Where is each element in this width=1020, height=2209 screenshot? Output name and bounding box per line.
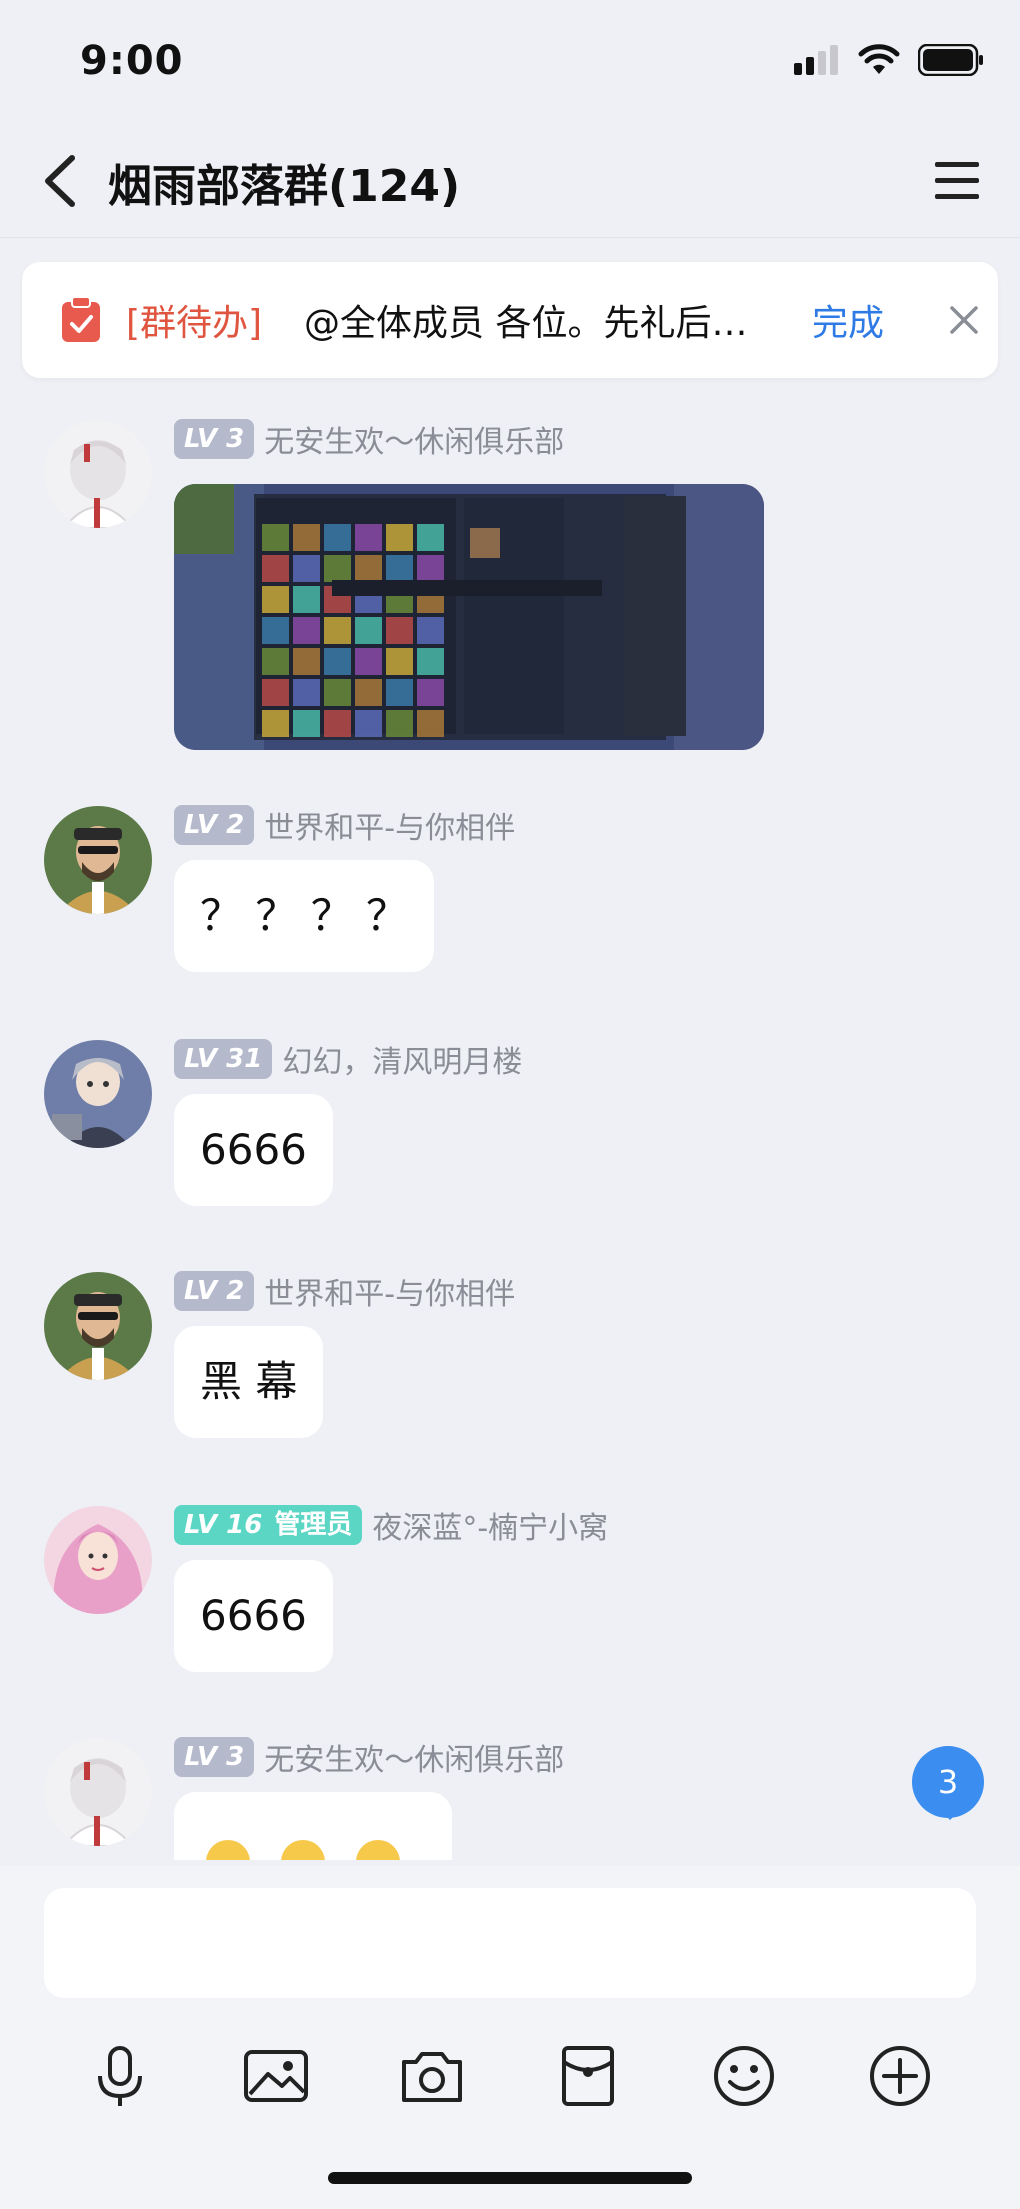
- admin-level-badge: LV 16 管理员: [174, 1505, 363, 1545]
- todo-text: @全体成员 各位。先礼后…: [304, 303, 748, 344]
- emoji-sticker-icon: [206, 1840, 400, 1860]
- message-item: LV 2 世界和平-与你相伴 ？ ？ ？ ？: [0, 786, 1020, 986]
- status-time: 9:00: [80, 38, 184, 84]
- avatar[interactable]: [44, 420, 152, 528]
- avatar[interactable]: [44, 806, 152, 914]
- microphone-icon[interactable]: [86, 2042, 154, 2110]
- sender-name[interactable]: 无安生欢～休闲俱乐部: [264, 417, 564, 461]
- message-item: LV 3 无安生欢～休闲俱乐部: [0, 1718, 1020, 1860]
- level-text: LV 16: [184, 1510, 263, 1540]
- message-bubble[interactable]: ？ ？ ？ ？: [174, 860, 435, 972]
- avatar[interactable]: [44, 1506, 152, 1614]
- message-item: LV 3 无安生欢～休闲俱乐部: [0, 400, 1020, 760]
- message-item: LV 2 世界和平-与你相伴 黑 幕: [0, 1252, 1020, 1452]
- message-item: LV 31 幻幻，清风明月楼 6666: [0, 1020, 1020, 1220]
- camera-icon[interactable]: [398, 2042, 466, 2110]
- level-badge: LV 2: [174, 805, 255, 845]
- back-arrow-icon[interactable]: [36, 150, 88, 212]
- message-bubble[interactable]: 6666: [174, 1094, 333, 1206]
- message-meta: LV 3 无安生欢～休闲俱乐部: [174, 1736, 564, 1778]
- game-screenshot-image[interactable]: [174, 484, 764, 750]
- unread-count-badge[interactable]: 3: [912, 1746, 984, 1820]
- close-icon[interactable]: [944, 300, 984, 340]
- message-meta: LV 16 管理员 夜深蓝°-楠宁小窝: [174, 1504, 608, 1546]
- wifi-icon: [858, 44, 900, 74]
- input-area: [0, 1866, 1020, 2209]
- level-badge: LV 31: [174, 1039, 273, 1079]
- message-bubble[interactable]: 6666: [174, 1560, 333, 1672]
- todo-tag: [群待办]: [126, 303, 263, 344]
- todo-done-button[interactable]: 完成: [812, 294, 884, 346]
- message-meta: LV 31 幻幻，清风明月楼: [174, 1038, 522, 1080]
- plus-icon[interactable]: [866, 2042, 934, 2110]
- avatar[interactable]: [44, 1040, 152, 1148]
- message-item: LV 16 管理员 夜深蓝°-楠宁小窝 6666: [0, 1486, 1020, 1686]
- level-badge: LV 3: [174, 419, 255, 459]
- image-icon[interactable]: [242, 2042, 310, 2110]
- status-icons: [794, 44, 984, 76]
- red-packet-icon[interactable]: [554, 2042, 622, 2110]
- message-bubble[interactable]: 黑 幕: [174, 1326, 324, 1438]
- battery-icon: [918, 44, 983, 76]
- sender-name[interactable]: 世界和平-与你相伴: [264, 1269, 515, 1313]
- sender-name[interactable]: 夜深蓝°-楠宁小窝: [372, 1503, 608, 1547]
- message-list[interactable]: LV 3 无安生欢～休闲俱乐部 LV 2 世界和平-与你相伴 ？ ？ ？ ？ L…: [0, 400, 1020, 1860]
- avatar[interactable]: [44, 1272, 152, 1380]
- sender-name[interactable]: 幻幻，清风明月楼: [282, 1037, 522, 1081]
- status-bar: 9:00: [0, 0, 1020, 120]
- chat-header: 烟雨部落群(124): [0, 120, 1020, 238]
- avatar[interactable]: [44, 1738, 152, 1846]
- admin-role-text: 管理员: [274, 1510, 353, 1540]
- emoji-message-bubble[interactable]: [174, 1792, 452, 1860]
- message-meta: LV 2 世界和平-与你相伴: [174, 804, 515, 846]
- cellular-signal-icon: [794, 45, 838, 75]
- chat-title: 烟雨部落群(124): [108, 161, 461, 212]
- input-toolbar: [0, 2024, 1020, 2124]
- clipboard-icon: [62, 296, 100, 342]
- sender-name[interactable]: 世界和平-与你相伴: [264, 803, 515, 847]
- level-badge: LV 2: [174, 1271, 255, 1311]
- message-meta: LV 2 世界和平-与你相伴: [174, 1270, 515, 1312]
- sender-name[interactable]: 无安生欢～休闲俱乐部: [264, 1735, 564, 1779]
- home-indicator: [328, 2172, 692, 2184]
- message-meta: LV 3 无安生欢～休闲俱乐部: [174, 418, 564, 460]
- level-badge: LV 3: [174, 1737, 255, 1777]
- message-input[interactable]: [44, 1888, 976, 1998]
- group-todo-banner[interactable]: [群待办] @全体成员 各位。先礼后… 完成: [22, 262, 998, 378]
- menu-icon[interactable]: [932, 158, 982, 204]
- emoji-icon[interactable]: [710, 2042, 778, 2110]
